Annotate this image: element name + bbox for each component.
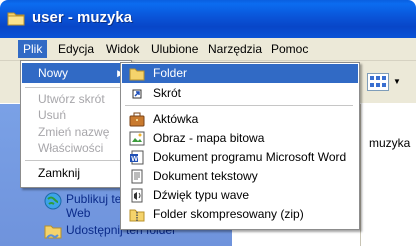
submenu-word-document[interactable]: W Dokument programu Microsoft Word xyxy=(122,148,358,167)
menu-tools[interactable]: Narzędzia xyxy=(203,40,267,58)
menu-separator xyxy=(25,160,127,161)
zip-folder-icon xyxy=(129,209,145,222)
new-submenu: Folder Skrót Aktówka Obraz - mapa bitowa… xyxy=(120,62,360,230)
word-document-icon: W xyxy=(130,150,144,165)
folder-icon xyxy=(7,12,25,26)
publish-link-web[interactable]: Web xyxy=(66,206,90,220)
folder-icon xyxy=(129,68,145,81)
title-bar[interactable]: user - muzyka xyxy=(0,0,416,38)
file-menu-new[interactable]: Nowy ▶ xyxy=(22,63,130,83)
menu-view[interactable]: Widok xyxy=(101,40,144,58)
content-pane: muzyka xyxy=(360,104,416,246)
file-menu-new-label: Nowy xyxy=(38,66,69,80)
submenu-briefcase-label: Aktówka xyxy=(153,112,199,126)
bitmap-icon xyxy=(129,131,145,146)
submenu-zip-folder-label: Folder skompresowany (zip) xyxy=(153,207,304,221)
submenu-text-document[interactable]: Dokument tekstowy xyxy=(122,167,358,186)
globe-icon xyxy=(44,192,62,210)
text-document-icon xyxy=(131,169,143,184)
menu-file[interactable]: Plik xyxy=(18,40,48,58)
menu-bar: Plik Edycja Widok Ulubione Narzędzia Pom… xyxy=(0,38,416,61)
publish-link[interactable]: Publikuj ten xyxy=(66,192,128,206)
submenu-bitmap[interactable]: Obraz - mapa bitowa xyxy=(122,129,358,148)
menu-separator xyxy=(125,105,353,106)
submenu-folder[interactable]: Folder xyxy=(122,64,358,83)
menu-edit[interactable]: Edycja xyxy=(53,40,99,58)
file-menu-close[interactable]: Zamknij xyxy=(22,163,130,183)
submenu-folder-label: Folder xyxy=(153,66,188,80)
submenu-shortcut-label: Skrót xyxy=(153,86,182,100)
submenu-bitmap-label: Obraz - mapa bitowa xyxy=(153,131,265,145)
menu-separator xyxy=(25,87,127,88)
submenu-wave-sound[interactable]: Dźwięk typu wave xyxy=(122,186,358,205)
shortcut-icon xyxy=(132,89,142,99)
explorer-window: user - muzyka Plik Edycja Widok Ulubione… xyxy=(0,0,416,246)
folder-item-label[interactable]: muzyka xyxy=(369,136,410,150)
menu-favorites[interactable]: Ulubione xyxy=(146,40,203,58)
submenu-zip-folder[interactable]: Folder skompresowany (zip) xyxy=(122,205,358,224)
briefcase-icon xyxy=(129,112,145,127)
file-menu: Nowy ▶ Utwórz skrót Usuń Zmień nazwę Wła… xyxy=(20,60,132,188)
submenu-shortcut[interactable]: Skrót xyxy=(122,84,358,103)
share-folder-icon xyxy=(44,225,62,239)
submenu-text-document-label: Dokument tekstowy xyxy=(153,169,258,183)
svg-text:W: W xyxy=(131,156,138,163)
submenu-word-document-label: Dokument programu Microsoft Word xyxy=(153,150,347,164)
chevron-down-icon[interactable]: ▼ xyxy=(393,77,401,86)
file-menu-properties: Właściwości xyxy=(38,141,104,155)
wave-sound-icon xyxy=(131,188,143,203)
submenu-briefcase[interactable]: Aktówka xyxy=(122,110,358,129)
submenu-wave-sound-label: Dźwięk typu wave xyxy=(153,188,250,202)
views-icon[interactable] xyxy=(367,73,389,91)
window-title: user - muzyka xyxy=(32,9,133,26)
menu-help[interactable]: Pomoc xyxy=(266,40,313,58)
